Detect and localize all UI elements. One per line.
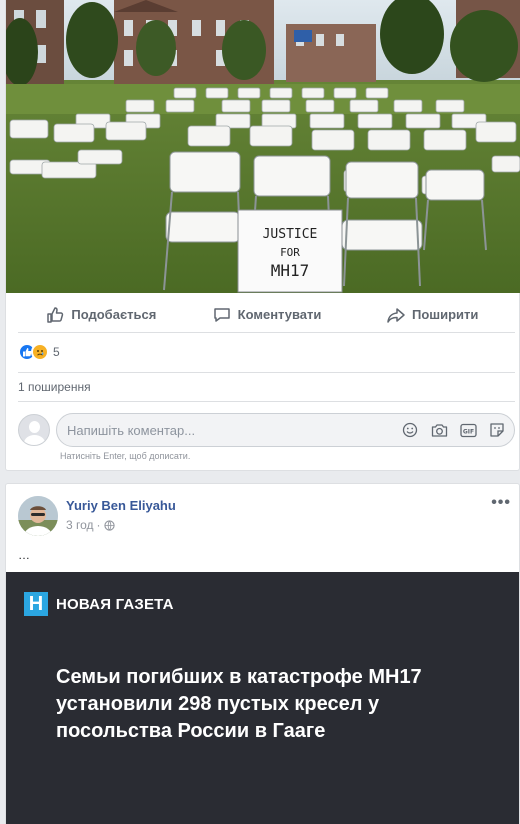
sad-reaction-icon: [31, 343, 49, 361]
comment-hint: Натисніть Enter, щоб дописати.: [60, 451, 191, 461]
comment-input[interactable]: [67, 422, 401, 438]
reaction-count: 5: [53, 345, 60, 359]
share-label: Поширити: [411, 307, 479, 322]
comment-label: Коментувати: [237, 307, 322, 322]
post-meta: 3 год ·: [66, 518, 115, 532]
emoji-icon[interactable]: [401, 421, 419, 439]
post-action-bar: Подобається Коментувати Поширити: [18, 297, 515, 333]
feed-post: Yuriy Ben Eliyahu 3 год · ••• … Н НОВАЯ …: [5, 483, 520, 824]
user-avatar[interactable]: [18, 414, 50, 446]
share-arrow-icon: [387, 307, 405, 323]
feed-post: JUSTICE FOR MH17 Подобається Коментувати: [5, 0, 520, 471]
publisher-logo: Н НОВАЯ ГАЗЕТА: [24, 592, 174, 616]
news-feed: JUSTICE FOR MH17 Подобається Коментувати: [0, 0, 520, 824]
sign-line-2: FOR: [280, 246, 300, 259]
shares-text: 1 поширення: [18, 380, 91, 394]
svg-text:GIF: GIF: [462, 428, 473, 435]
sticker-icon[interactable]: [488, 421, 506, 439]
shares-count[interactable]: 1 поширення: [18, 372, 515, 402]
author-name[interactable]: Yuriy Ben Eliyahu: [66, 498, 176, 513]
comment-input-wrapper[interactable]: GIF: [56, 413, 515, 447]
post-text: …: [18, 548, 30, 562]
post-photo[interactable]: JUSTICE FOR MH17: [6, 0, 520, 293]
share-button[interactable]: Поширити: [349, 297, 515, 332]
publisher-name: НОВАЯ ГАЗЕТА: [56, 595, 174, 613]
post-time[interactable]: 3 год: [66, 518, 94, 532]
author-avatar[interactable]: [18, 496, 58, 536]
thumbs-up-icon: [47, 306, 64, 323]
gif-icon[interactable]: GIF: [459, 421, 477, 439]
reactions-summary[interactable]: 5: [18, 342, 60, 362]
shared-article-preview[interactable]: Н НОВАЯ ГАЗЕТА Семьи погибших в катастро…: [6, 572, 519, 824]
publisher-logo-mark: Н: [24, 592, 48, 616]
more-options-button[interactable]: •••: [491, 494, 511, 512]
like-button[interactable]: Подобається: [18, 297, 184, 332]
camera-icon[interactable]: [430, 421, 448, 439]
chairs-photo: JUSTICE FOR MH17: [6, 0, 520, 293]
sign-line-3: MH17: [271, 261, 310, 280]
like-label: Подобається: [71, 307, 157, 322]
comment-button[interactable]: Коментувати: [184, 297, 350, 332]
globe-icon[interactable]: [103, 519, 115, 531]
sign-line-1: JUSTICE: [263, 227, 318, 242]
comment-tools: GIF: [401, 421, 506, 439]
comment-bubble-icon: [213, 307, 230, 322]
comment-composer: GIF: [18, 413, 515, 447]
meta-separator: ·: [96, 518, 101, 532]
article-headline: Семьи погибших в катастрофе MH17 установ…: [56, 666, 422, 742]
